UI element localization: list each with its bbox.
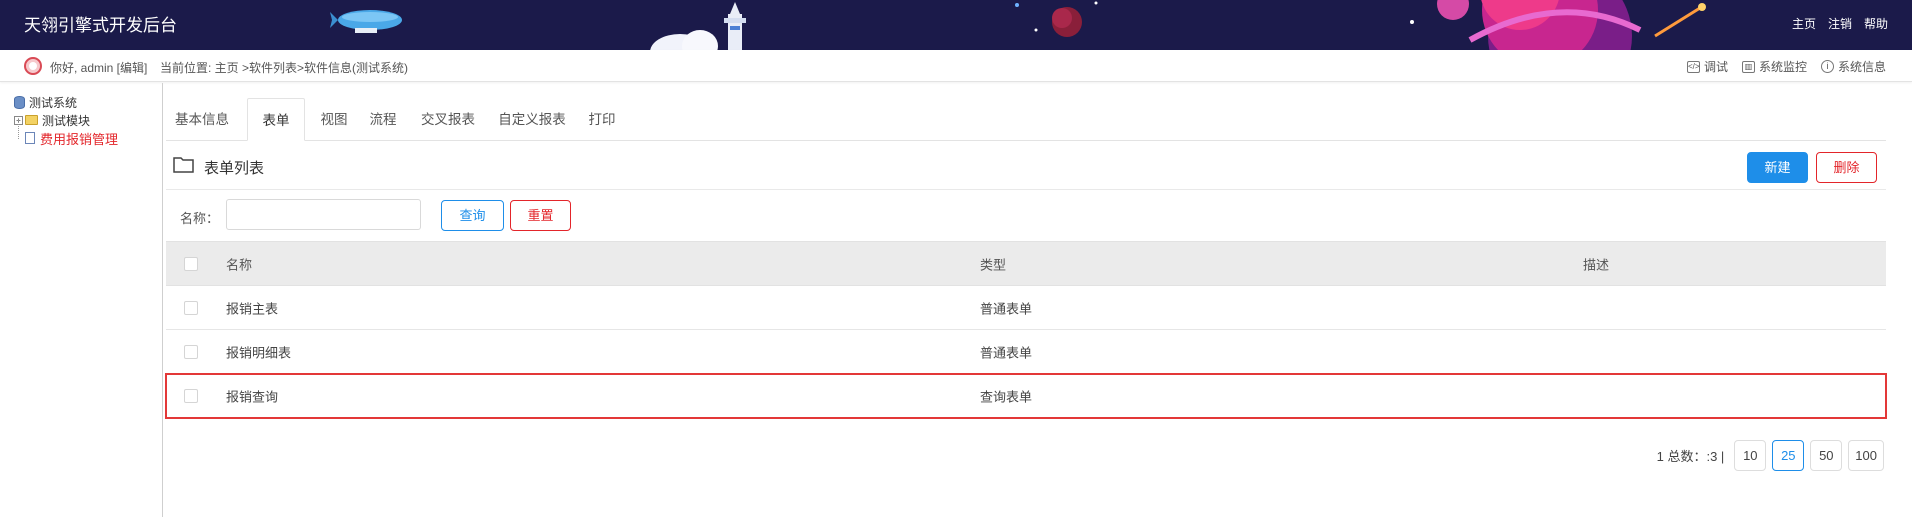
- tree-active-label: 费用报销管理: [40, 131, 119, 147]
- tree-connector: [18, 120, 19, 139]
- name-filter-input[interactable]: [226, 199, 421, 230]
- nav-home-link[interactable]: 主页: [1792, 15, 1816, 32]
- query-button[interactable]: 查询: [441, 200, 504, 231]
- tab-print[interactable]: 打印: [582, 98, 622, 141]
- delete-form-button[interactable]: 删除: [1816, 152, 1877, 183]
- page-size-10[interactable]: 10: [1734, 440, 1767, 471]
- sidebar-tree-panel: 测试系统 + 测试模块 费用报销管理: [0, 83, 163, 517]
- tree-node-active[interactable]: 费用报销管理: [14, 129, 118, 147]
- row-type: 普通表单: [980, 301, 1033, 316]
- nav-logout-link[interactable]: 注销: [1828, 15, 1852, 32]
- page-size-100[interactable]: 100: [1848, 440, 1884, 471]
- tree-root-label: 测试系统: [29, 95, 78, 110]
- pagination-info: 1 总数：:3 |: [1656, 449, 1725, 464]
- document-icon: [25, 132, 35, 144]
- user-greeting[interactable]: 你好, admin [编辑]: [50, 59, 147, 76]
- section-title: 表单列表: [204, 160, 265, 177]
- form-list-header: 表单列表 新建 删除: [166, 142, 1886, 190]
- tab-cross-report[interactable]: 交叉报表: [416, 98, 480, 141]
- table-header: 名称 类型 描述: [166, 241, 1886, 286]
- row-name[interactable]: 报销明细表: [226, 342, 291, 361]
- table-row-highlighted[interactable]: 报销查询 查询表单: [165, 373, 1887, 419]
- row-checkbox[interactable]: [184, 300, 198, 315]
- tree-root[interactable]: 测试系统: [14, 93, 118, 111]
- system-info-label: 系统信息: [1837, 60, 1886, 74]
- database-icon: [14, 95, 25, 109]
- name-filter-label: 名称：: [180, 211, 220, 226]
- breadcrumb: 当前位置: 主页 >软件列表>软件信息(测试系统): [160, 61, 409, 75]
- header-type: 类型: [980, 257, 1007, 272]
- module-tree: 测试系统 + 测试模块 费用报销管理: [14, 93, 118, 147]
- table-row[interactable]: 报销明细表 普通表单: [166, 330, 1886, 374]
- pagination: 1 总数：:3 | 10 25 50 100: [1657, 440, 1884, 471]
- sub-header: 你好, admin [编辑] 当前位置: 主页 >软件列表>软件信息(测试系统)…: [0, 50, 1912, 82]
- top-header: 天翎引擎式开发后台 主页 注销 帮助: [0, 0, 1912, 50]
- monitor-icon: ▥: [1741, 60, 1755, 73]
- form-table: 名称 类型 描述 报销主表 普通表单 报销明细表 普通表单 报销查询 查询表单: [165, 241, 1887, 419]
- avatar: [24, 57, 42, 75]
- new-form-button[interactable]: 新建: [1747, 152, 1808, 183]
- tree-module-label: 测试模块: [42, 113, 91, 128]
- tab-basic-info[interactable]: 基本信息: [166, 98, 238, 141]
- tab-flows[interactable]: 流程: [363, 98, 403, 141]
- header-nav: 主页 注销 帮助: [1792, 15, 1888, 32]
- tab-custom-report[interactable]: 自定义报表: [492, 98, 572, 141]
- tree-node-module[interactable]: + 测试模块: [14, 111, 118, 129]
- page-size-50[interactable]: 50: [1810, 440, 1843, 471]
- row-name[interactable]: 报销主表: [226, 298, 278, 317]
- table-row[interactable]: 报销主表 普通表单: [166, 286, 1886, 330]
- app-title: 天翎引擎式开发后台: [24, 16, 177, 35]
- row-type: 普通表单: [980, 345, 1033, 360]
- info-icon: i: [1820, 60, 1834, 73]
- row-checkbox[interactable]: [184, 344, 198, 359]
- toolbar: </> 调试 ▥ 系统监控 i 系统信息: [1686, 58, 1886, 75]
- monitor-label: 系统监控: [1758, 60, 1807, 74]
- tab-forms[interactable]: 表单: [247, 98, 305, 141]
- debug-icon: </>: [1686, 60, 1700, 73]
- monitor-button[interactable]: ▥ 系统监控: [1741, 58, 1807, 75]
- row-type: 查询表单: [980, 389, 1033, 404]
- row-name[interactable]: 报销查询: [226, 386, 278, 405]
- filter-bar: 名称： 查询 重置: [166, 197, 1886, 237]
- reset-button[interactable]: 重置: [510, 200, 571, 231]
- header-name: 名称: [226, 257, 253, 272]
- debug-label: 调试: [1703, 60, 1728, 74]
- header-desc: 描述: [1583, 257, 1610, 272]
- nav-help-link[interactable]: 帮助: [1864, 15, 1888, 32]
- folder-icon: [25, 115, 38, 125]
- system-info-button[interactable]: i 系统信息: [1820, 58, 1886, 75]
- tab-views[interactable]: 视图: [314, 98, 354, 141]
- select-all-checkbox[interactable]: [184, 256, 198, 271]
- debug-button[interactable]: </> 调试: [1686, 58, 1728, 75]
- page-size-25[interactable]: 25: [1772, 440, 1805, 471]
- tab-bar: 基本信息 表单 视图 流程 交叉报表 自定义报表 打印: [166, 98, 1886, 141]
- folder-icon: [173, 157, 194, 173]
- header-decoration-illustration: [330, 0, 1706, 50]
- row-checkbox[interactable]: [184, 388, 198, 403]
